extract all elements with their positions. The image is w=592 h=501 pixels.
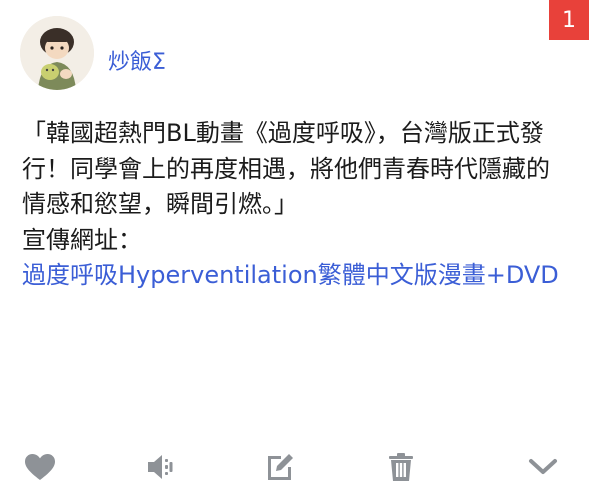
- chevron-down-icon: [528, 457, 558, 477]
- delete-button[interactable]: [384, 450, 418, 484]
- avatar[interactable]: [20, 16, 94, 90]
- like-button[interactable]: [23, 450, 57, 484]
- edit-button[interactable]: [263, 450, 297, 484]
- edit-icon: [264, 452, 296, 482]
- more-button[interactable]: [526, 450, 560, 484]
- notification-badge[interactable]: 1: [549, 0, 589, 40]
- promo-link[interactable]: 過度呼吸Hyperventilation繁體中文版漫畫+DVD: [22, 258, 570, 294]
- post-content: 「韓國超熱門BL動畫《過度呼吸》，台灣版正式發行！同學會上的再度相遇，將他們青春…: [22, 116, 570, 294]
- author-name[interactable]: 炒飯Σ: [108, 44, 166, 76]
- speaker-icon: [145, 452, 177, 482]
- heart-icon: [24, 453, 56, 481]
- url-label: 宣傳網址：: [22, 225, 142, 254]
- trash-icon: [387, 452, 415, 482]
- post-card: 炒飯Σ 1 「韓國超熱門BL動畫《過度呼吸》，台灣版正式發行！同學會上的再度相遇…: [0, 0, 592, 501]
- action-toolbar: [0, 442, 592, 490]
- speak-button[interactable]: [144, 450, 178, 484]
- post-paragraph: 「韓國超熱門BL動畫《過度呼吸》，台灣版正式發行！同學會上的再度相遇，將他們青春…: [22, 119, 550, 218]
